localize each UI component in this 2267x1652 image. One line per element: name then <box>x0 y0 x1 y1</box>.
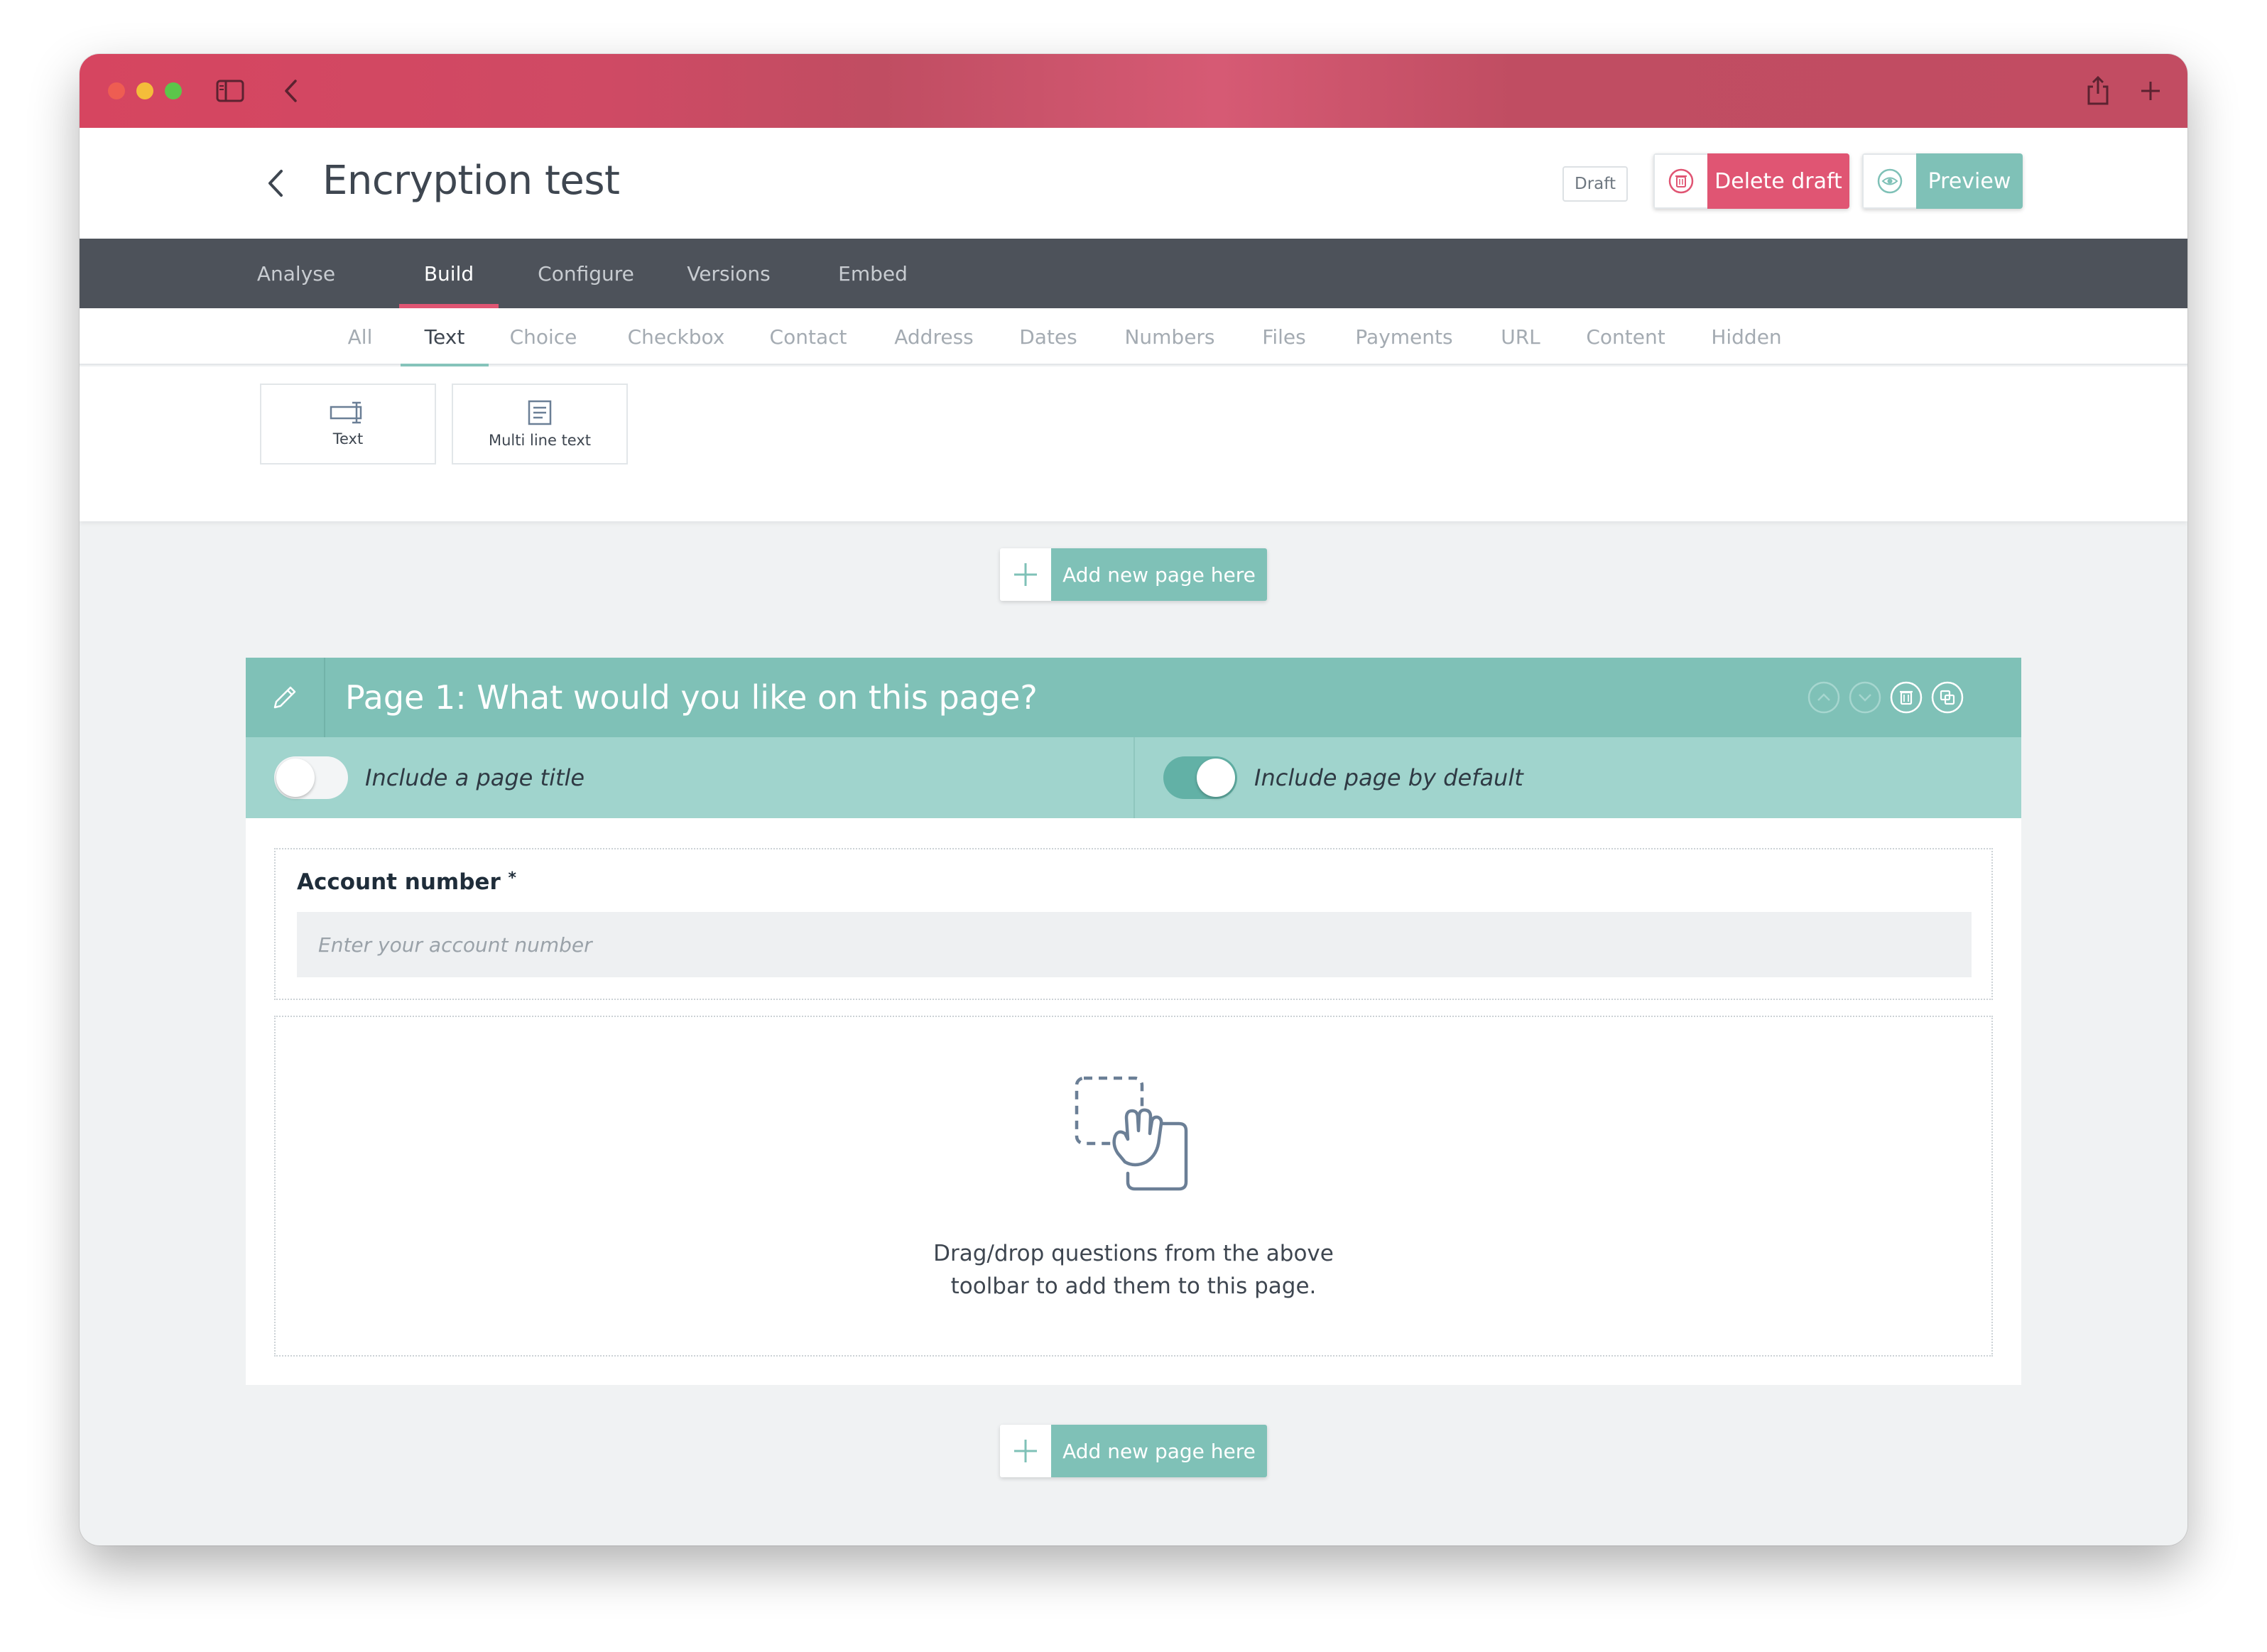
delete-draft-label: Delete draft <box>1707 153 1849 209</box>
tab-versions[interactable]: Versions <box>680 239 777 308</box>
question-category-nav: All Text Choice Checkbox Contact Address… <box>80 308 2187 366</box>
category-all[interactable]: All <box>328 308 392 365</box>
drop-zone-hint-line2: toolbar to add them to this page. <box>950 1273 1317 1299</box>
category-dates[interactable]: Dates <box>1007 308 1089 365</box>
include-title-label: Include a page title <box>365 764 585 791</box>
back-nav-icon[interactable] <box>276 75 307 107</box>
include-default-toggle[interactable]: Include page by default <box>1163 737 1523 818</box>
add-page-label: Add new page here <box>1051 548 1267 601</box>
category-choice[interactable]: Choice <box>497 308 589 365</box>
status-badge: Draft <box>1562 166 1628 202</box>
tool-multi-line-text[interactable]: Multi line text <box>452 384 628 464</box>
trash-icon <box>1653 153 1707 209</box>
preview-button[interactable]: Preview <box>1862 153 2023 209</box>
question-toolbox: Text Multi line text <box>80 366 2187 521</box>
page-heading: Page 1: What would you like on this page… <box>345 678 1038 717</box>
close-window-button[interactable] <box>108 82 125 99</box>
category-text[interactable]: Text <box>401 308 489 366</box>
form-header: Encryption test Draft Delete draft Previ… <box>80 128 2187 239</box>
add-page-button-bottom[interactable]: Add new page here <box>1000 1425 1267 1477</box>
delete-page-icon[interactable] <box>1889 680 1923 714</box>
category-checkbox[interactable]: Checkbox <box>614 308 739 365</box>
pencil-icon <box>273 686 296 709</box>
switch-on[interactable] <box>1163 756 1237 799</box>
window-titlebar <box>80 54 2187 128</box>
tab-analyse[interactable]: Analyse <box>254 239 338 308</box>
drop-zone[interactable]: Drag/drop questions from the above toolb… <box>274 1016 1993 1357</box>
category-files[interactable]: Files <box>1244 308 1324 365</box>
tab-configure[interactable]: Configure <box>533 239 639 308</box>
tool-text[interactable]: Text <box>260 384 436 464</box>
divider <box>1134 737 1135 818</box>
category-content[interactable]: Content <box>1574 308 1678 365</box>
sidebar-toggle-icon[interactable] <box>214 75 246 107</box>
category-url[interactable]: URL <box>1489 308 1553 365</box>
back-button[interactable] <box>254 162 297 205</box>
drop-zone-hint: Drag/drop questions from the above toolb… <box>276 1237 1991 1303</box>
category-contact[interactable]: Contact <box>757 308 859 365</box>
new-tab-icon[interactable] <box>2135 75 2166 107</box>
duplicate-page-icon[interactable] <box>1930 680 1964 714</box>
move-up-icon[interactable] <box>1807 680 1841 714</box>
required-mark: * <box>508 869 517 887</box>
tool-text-label: Text <box>332 430 364 447</box>
multiline-text-icon <box>528 400 552 425</box>
app-window: Encryption test Draft Delete draft Previ… <box>80 54 2187 1545</box>
edit-page-button[interactable] <box>246 658 325 737</box>
preview-label: Preview <box>1916 153 2023 209</box>
category-hidden[interactable]: Hidden <box>1700 308 1793 365</box>
drag-drop-icon <box>1075 1076 1188 1191</box>
share-icon[interactable] <box>2082 72 2114 108</box>
page-title: Encryption test <box>322 158 620 204</box>
maximize-window-button[interactable] <box>165 82 182 99</box>
plus-icon <box>1000 1425 1051 1477</box>
question-account-number[interactable]: Account number * <box>274 848 1993 1000</box>
include-title-toggle[interactable]: Include a page title <box>274 737 585 818</box>
switch-off[interactable] <box>274 756 348 799</box>
eye-icon <box>1862 153 1916 209</box>
account-number-input[interactable] <box>297 912 1972 977</box>
page-header: Page 1: What would you like on this page… <box>246 658 2021 737</box>
delete-draft-button[interactable]: Delete draft <box>1653 153 1849 209</box>
category-address[interactable]: Address <box>875 308 993 365</box>
add-page-label: Add new page here <box>1051 1425 1267 1477</box>
tool-multi-line-text-label: Multi line text <box>488 432 592 449</box>
add-page-button-top[interactable]: Add new page here <box>1000 548 1267 601</box>
tab-build[interactable]: Build <box>399 239 499 308</box>
text-field-icon <box>330 401 362 424</box>
minimize-window-button[interactable] <box>136 82 153 99</box>
tab-embed[interactable]: Embed <box>827 239 919 308</box>
page-options: Include a page title Include page by def… <box>246 737 2021 818</box>
move-down-icon[interactable] <box>1848 680 1882 714</box>
page-card: Page 1: What would you like on this page… <box>246 658 2021 1385</box>
plus-icon <box>1000 548 1051 601</box>
category-payments[interactable]: Payments <box>1351 308 1457 365</box>
drop-zone-hint-line1: Drag/drop questions from the above <box>933 1241 1334 1266</box>
include-default-label: Include page by default <box>1254 764 1523 791</box>
question-label-text: Account number <box>297 869 501 895</box>
question-label: Account number * <box>297 869 516 895</box>
main-nav: Analyse Build Configure Versions Embed <box>80 239 2187 308</box>
category-numbers[interactable]: Numbers <box>1115 308 1224 365</box>
